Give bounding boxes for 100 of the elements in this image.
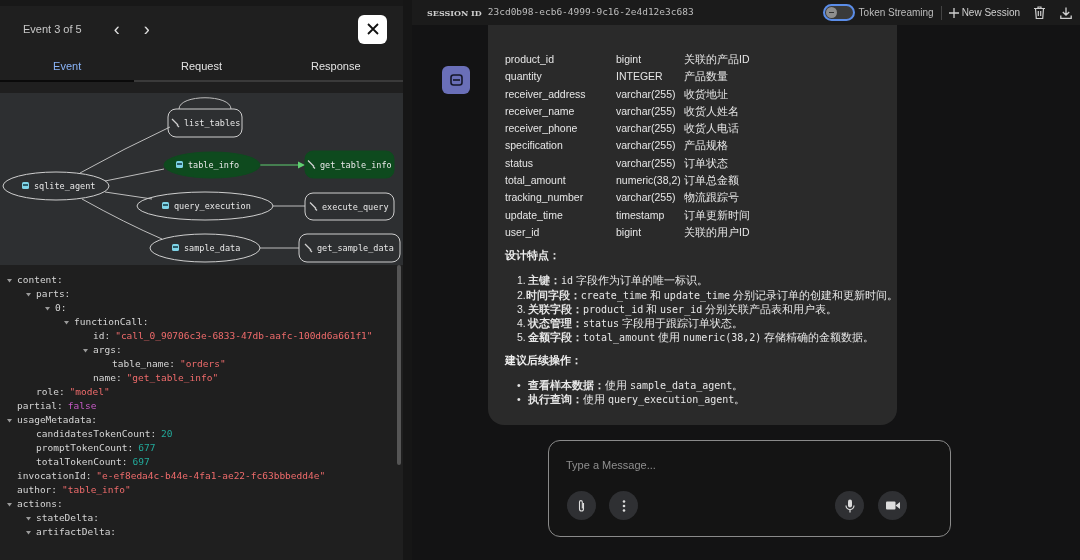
expand-toggle[interactable]: [7, 501, 12, 507]
table-cell-text: 订单更新时间: [684, 207, 751, 223]
section-heading: 建议后续操作：: [505, 352, 583, 368]
table-cell-text: receiver_name: [505, 103, 576, 119]
json-key: id:: [93, 328, 111, 344]
tab[interactable]: Event: [0, 52, 135, 82]
list-item-text: 查看样本数据：使用 sample_data_agent。: [528, 377, 744, 393]
json-key: args:: [93, 342, 122, 358]
wrench-icon: [307, 159, 316, 170]
graph-edge: [272, 205, 306, 207]
list-marker: 2.: [517, 287, 526, 303]
expand-toggle[interactable]: [26, 515, 31, 521]
table-cell-text: quantity: [505, 69, 543, 85]
expand-toggle[interactable]: [64, 319, 69, 325]
list-marker: •: [517, 377, 522, 393]
expand-toggle[interactable]: [26, 291, 31, 297]
expand-toggle[interactable]: [26, 529, 31, 535]
json-key: actions:: [17, 496, 63, 512]
json-key: parts:: [36, 286, 71, 302]
table-cell-text: total_amount: [505, 173, 567, 189]
wrench-icon: [304, 243, 313, 253]
robot-icon: [22, 182, 29, 189]
table-cell-text: 产品规格: [684, 138, 729, 154]
json-value: "model": [69, 384, 110, 399]
table-cell-text: tracking_number: [505, 190, 585, 206]
table-cell-text: varchar(255): [616, 138, 677, 154]
json-value: 677: [138, 440, 156, 455]
more-icon: [621, 499, 626, 512]
table-cell-text: 订单总金额: [684, 173, 740, 189]
expand-toggle[interactable]: [45, 305, 50, 311]
microphone-icon: [844, 498, 855, 513]
more-button[interactable]: [609, 491, 638, 520]
node-label: list_tables: [184, 118, 241, 128]
robot-icon: [449, 74, 463, 86]
expand-toggle[interactable]: [7, 277, 12, 283]
table-cell-text: varchar(255): [616, 190, 677, 206]
json-value: "table_info": [62, 482, 131, 497]
table-cell-text: bigint: [616, 224, 643, 240]
table-cell-text: receiver_address: [505, 86, 587, 102]
new-session-button[interactable]: New Session: [948, 5, 1020, 20]
json-key: author:: [17, 482, 58, 498]
table-cell-text: 产品数量: [684, 69, 729, 85]
table-cell-text: product_id: [505, 52, 556, 67]
expand-toggle[interactable]: [83, 347, 88, 353]
json-value: "orders": [179, 356, 226, 371]
delete-button[interactable]: [1034, 6, 1045, 19]
node-label: query_execution: [174, 201, 251, 211]
section-heading: 设计特点：: [505, 248, 561, 264]
attach-button[interactable]: [567, 491, 596, 520]
json-key: stateDelta:: [36, 510, 99, 526]
video-button[interactable]: [878, 491, 907, 520]
list-marker: •: [517, 391, 522, 407]
wrench-icon: [309, 201, 318, 212]
tab[interactable]: Response: [268, 52, 403, 80]
robot-icon: [172, 244, 179, 251]
json-key: candidatesTokenCount:: [36, 426, 157, 442]
list-marker: 3.: [517, 301, 527, 317]
table-cell-text: timestamp: [616, 207, 666, 223]
token-streaming-toggle[interactable]: [822, 4, 855, 21]
table-cell-text: 物流跟踪号: [684, 190, 740, 206]
event-counter: Event 3 of 5: [23, 21, 82, 37]
graph-edge: [259, 247, 300, 249]
json-value: false: [67, 398, 97, 413]
microphone-button[interactable]: [835, 491, 864, 520]
token-streaming-label: Token Streaming: [858, 6, 934, 20]
table-cell-text: 收货地址: [684, 86, 729, 102]
json-key: role:: [36, 384, 65, 400]
table-cell-text: numeric(38,2): [616, 173, 682, 189]
table-cell-text: receiver_phone: [505, 121, 579, 137]
download-icon: [1060, 6, 1072, 19]
table-cell-text: 关联的用户ID: [684, 224, 751, 240]
next-button[interactable]: ›: [139, 20, 154, 38]
list-item-text: 时间字段：create_time 和 update_time 分别记录订单的创建和更新时间。: [525, 287, 898, 303]
tab[interactable]: Request: [134, 52, 269, 80]
close-button[interactable]: [358, 14, 387, 44]
robot-icon: [176, 161, 183, 168]
node-label: get_table_info: [320, 159, 392, 170]
table-cell-text: INTEGER: [616, 69, 664, 85]
previous-button[interactable]: ‹: [109, 20, 124, 38]
message-input[interactable]: Type a Message...: [566, 457, 926, 474]
table-cell-text: 关联的产品ID: [684, 52, 751, 67]
list-item-text: 金额字段：total_amount 使用 numeric(38,2) 存储精确的金额数据。: [528, 330, 875, 346]
scrollbar[interactable]: [397, 265, 401, 465]
table-cell-text: update_time: [505, 207, 564, 223]
robot-icon: [162, 202, 169, 209]
table-cell-text: 收货人电话: [684, 121, 740, 137]
json-key: content:: [17, 272, 63, 288]
json-key: functionCall:: [74, 314, 149, 330]
wrench-icon: [171, 118, 180, 128]
json-key: totalTokenCount:: [36, 454, 128, 470]
node-label: table_info: [188, 160, 240, 170]
table-cell-text: varchar(255): [616, 121, 677, 137]
download-button[interactable]: [1060, 6, 1072, 19]
list-marker: 1.: [517, 273, 527, 289]
json-key: 0:: [55, 300, 67, 316]
json-key: table_name:: [112, 356, 175, 372]
json-key: promptTokenCount:: [36, 440, 134, 456]
table-cell-text: bigint: [616, 52, 643, 67]
expand-toggle[interactable]: [7, 417, 12, 423]
table-cell-text: varchar(255): [616, 86, 677, 102]
